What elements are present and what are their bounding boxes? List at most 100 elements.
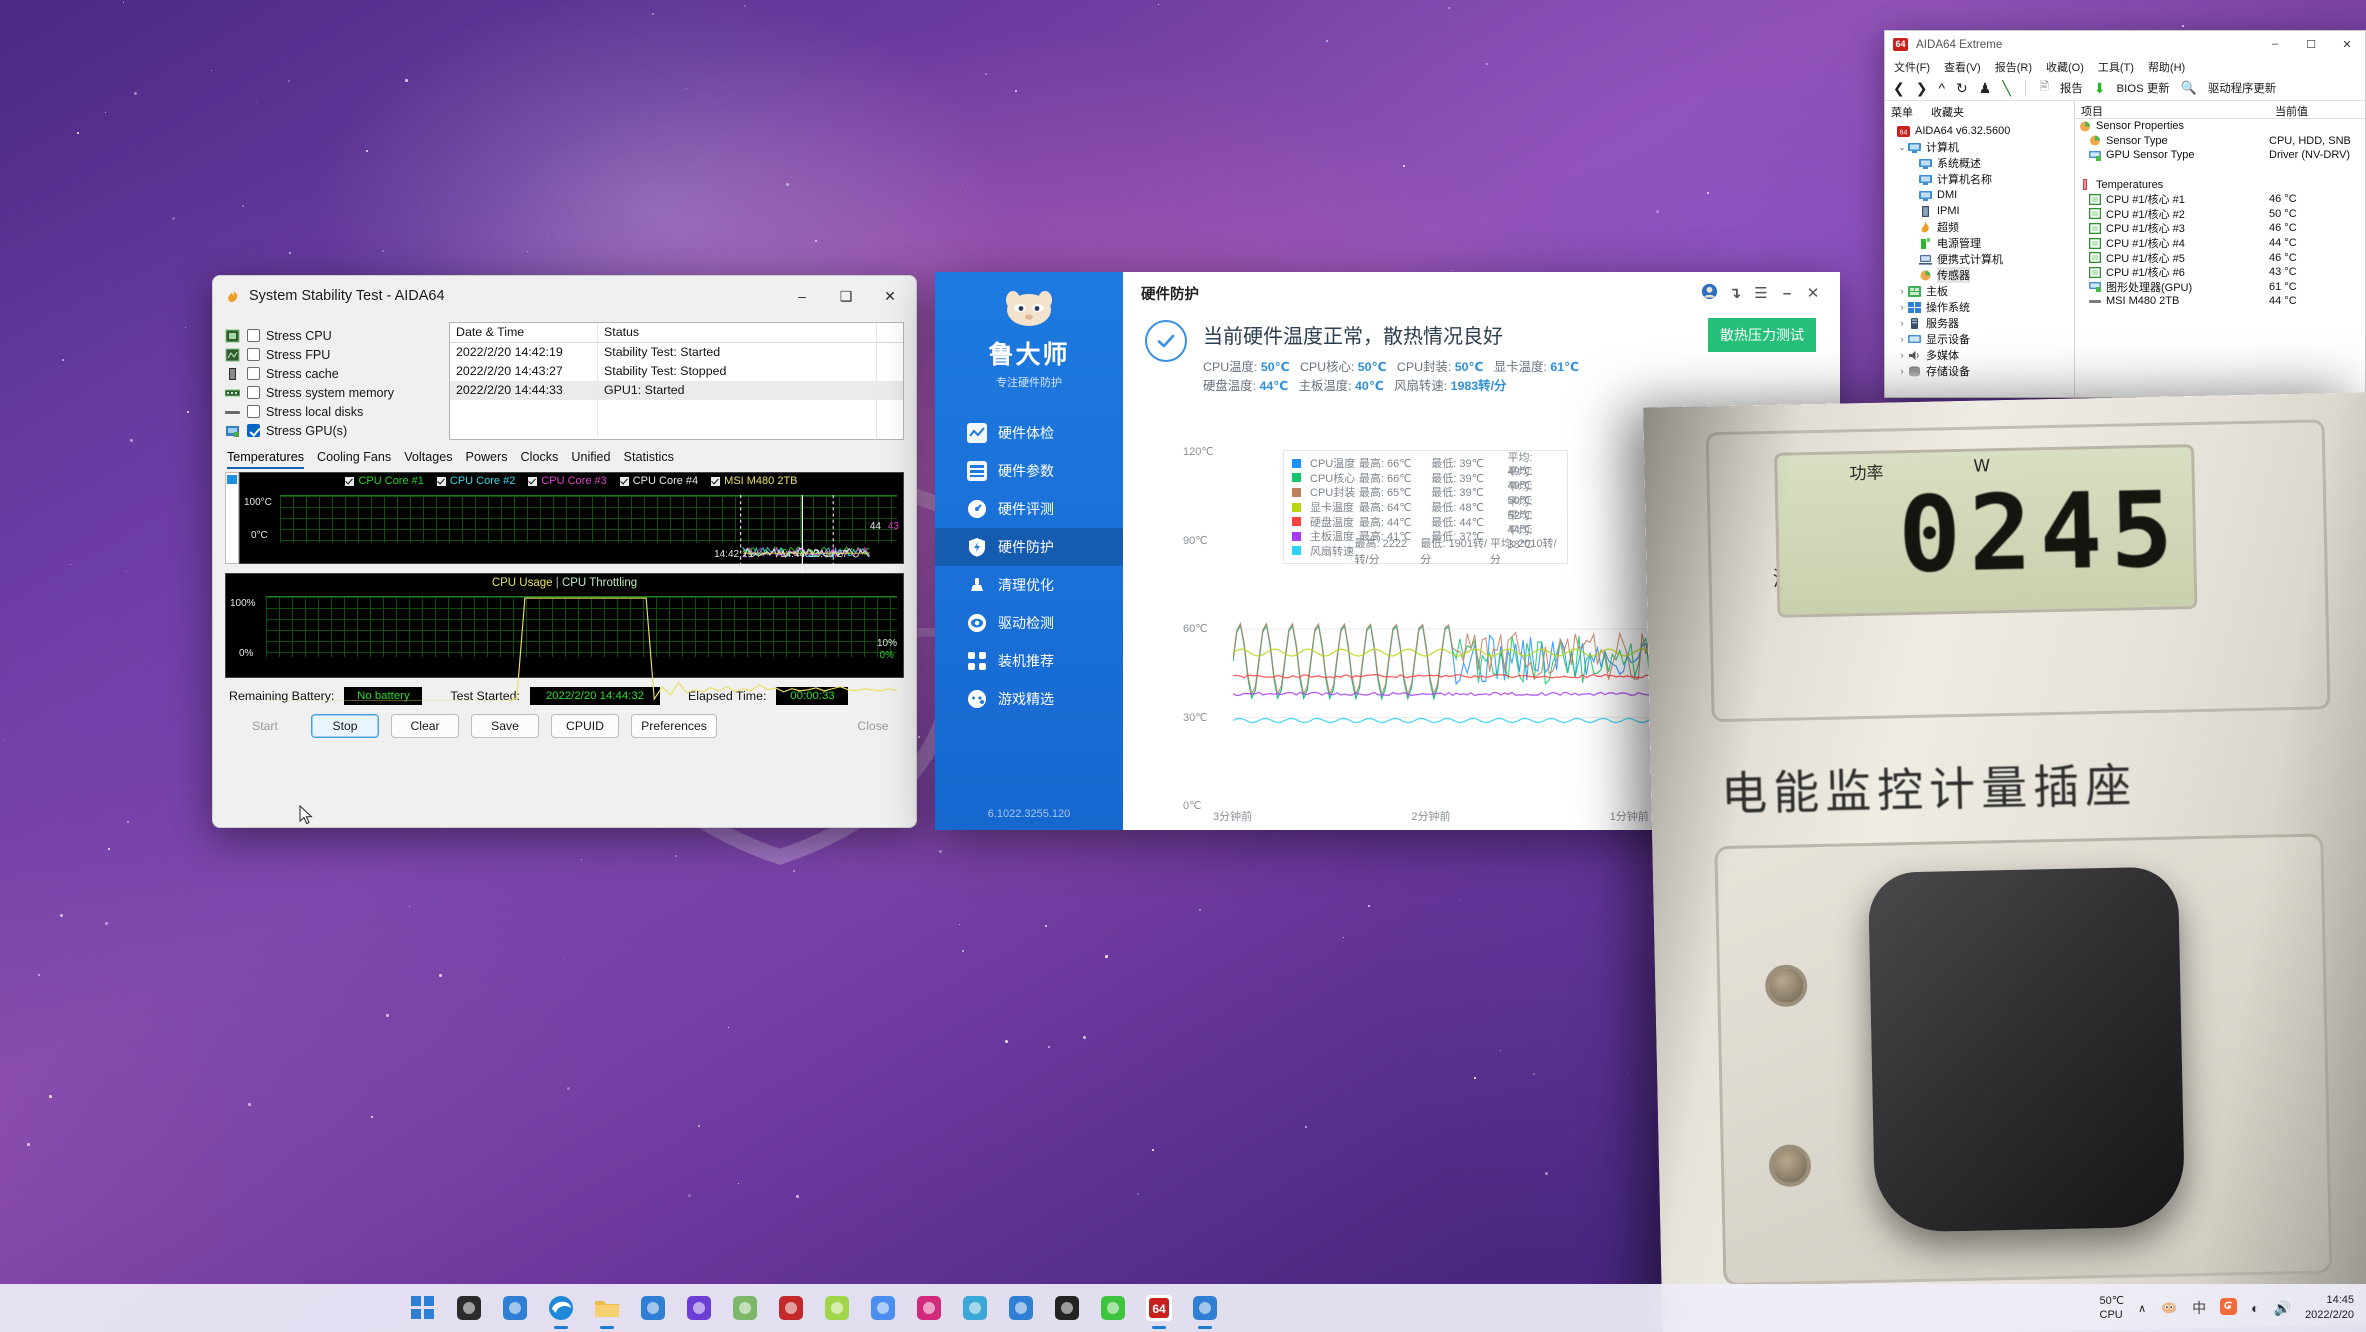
taskbar-app-icons[interactable]: 64 bbox=[408, 1293, 1220, 1323]
sst-button-row[interactable]: StartStopClearSaveCPUIDPreferencesClose bbox=[225, 714, 904, 738]
sidebar-item-chart[interactable]: 硬件体检 bbox=[935, 414, 1123, 452]
ludashi-sidebar[interactable]: 鲁大师 专注硬件防护 硬件体检 硬件参数 硬件评测 硬件防护 清理优化 驱动检测 bbox=[935, 272, 1123, 830]
app-blue-icon[interactable] bbox=[868, 1293, 898, 1323]
tree-node[interactable]: 系统概述 bbox=[1885, 155, 2074, 171]
stress-option-checkbox[interactable] bbox=[247, 367, 260, 380]
wechat-icon[interactable] bbox=[1098, 1293, 1128, 1323]
tab-menu[interactable]: 菜单 bbox=[1891, 104, 1913, 120]
app-lime-icon[interactable] bbox=[822, 1293, 852, 1323]
aida64-detail-panel[interactable]: 项目 当前值 Sensor Properties Sensor Type CPU… bbox=[2075, 101, 2365, 398]
menu-文件f[interactable]: 文件(F) bbox=[1894, 59, 1930, 75]
menu-工具t[interactable]: 工具(T) bbox=[2098, 59, 2134, 75]
menu-icon[interactable]: ☰ bbox=[1748, 284, 1774, 302]
aida64-titlebar[interactable]: 64 AIDA64 Extreme – ☐ ✕ bbox=[1885, 31, 2365, 57]
volume-icon[interactable]: 🔊 bbox=[2274, 1300, 2291, 1317]
tree-node[interactable]: IPMI bbox=[1885, 203, 2074, 219]
detail-row[interactable]: CPU #1/核心 #3 46 °C bbox=[2075, 221, 2365, 236]
sogou-icon[interactable] bbox=[2220, 1298, 2237, 1318]
legend-checkbox[interactable] bbox=[437, 477, 446, 486]
aida64-icon[interactable]: 64 bbox=[1144, 1293, 1174, 1323]
detail-row[interactable]: CPU #1/核心 #6 43 °C bbox=[2075, 265, 2365, 280]
up-icon[interactable]: ^ bbox=[1938, 80, 1945, 96]
detail-row[interactable]: CPU #1/核心 #4 44 °C bbox=[2075, 236, 2365, 251]
tree-node[interactable]: 64 AIDA64 v6.32.5600 bbox=[1885, 123, 2074, 139]
tree-node[interactable]: 电源管理 bbox=[1885, 235, 2074, 251]
report-icon[interactable]: 🖹 bbox=[2040, 79, 2049, 98]
menu-帮助h[interactable]: 帮助(H) bbox=[2148, 59, 2185, 75]
sst-minimize-button[interactable]: – bbox=[780, 277, 824, 315]
detail-row[interactable]: CPU #1/核心 #2 50 °C bbox=[2075, 207, 2365, 222]
stability-log-table[interactable]: Date & Time Status 2022/2/20 14:42:19 St… bbox=[449, 322, 904, 440]
tab-temperatures[interactable]: Temperatures bbox=[227, 450, 304, 469]
detail-row[interactable]: Sensor Type CPU, HDD, SNB bbox=[2075, 134, 2365, 149]
sst-tab-bar[interactable]: TemperaturesCooling FansVoltagesPowersCl… bbox=[227, 450, 904, 469]
stress-option-checkbox[interactable] bbox=[247, 329, 260, 342]
close-icon[interactable]: ✕ bbox=[1800, 284, 1826, 302]
ludashi-tray-icon[interactable] bbox=[2160, 1298, 2178, 1319]
tree-node[interactable]: 便携式计算机 bbox=[1885, 251, 2074, 267]
table-row[interactable] bbox=[450, 419, 903, 438]
magnifier-icon[interactable]: 🔍 bbox=[2181, 80, 2197, 96]
tree-node[interactable]: › 存储设备 bbox=[1885, 363, 2074, 379]
table-row[interactable] bbox=[450, 400, 903, 419]
legend-item[interactable]: CPU Core #3 bbox=[528, 475, 606, 487]
menu-报告r[interactable]: 报告(R) bbox=[1995, 59, 2032, 75]
legend-checkbox[interactable] bbox=[528, 477, 537, 486]
download-icon[interactable]: ↴ bbox=[1722, 284, 1748, 302]
tab-favorites[interactable]: 收藏夹 bbox=[1931, 104, 1964, 120]
stress-option-row[interactable]: Stress FPU bbox=[225, 345, 435, 364]
stop-button[interactable]: Stop bbox=[311, 714, 379, 738]
temp-chart-scale-strip[interactable] bbox=[225, 472, 239, 564]
app-magenta-icon[interactable] bbox=[914, 1293, 944, 1323]
back-icon[interactable]: ❮ bbox=[1893, 80, 1905, 97]
table-row[interactable]: 2022/2/20 14:43:27 Stability Test: Stopp… bbox=[450, 362, 903, 381]
cpu-usage-chart[interactable]: CPU Usage | CPU Throttling 100% 0% 10% 0… bbox=[225, 573, 904, 678]
legend-checkbox[interactable] bbox=[345, 477, 354, 486]
tree-node[interactable]: › 操作系统 bbox=[1885, 299, 2074, 315]
tab-powers[interactable]: Powers bbox=[466, 450, 508, 469]
table-row[interactable]: 2022/2/20 14:42:19 Stability Test: Start… bbox=[450, 343, 903, 362]
app-red-icon[interactable] bbox=[776, 1293, 806, 1323]
tree-node[interactable]: › 主板 bbox=[1885, 283, 2074, 299]
clear-button[interactable]: Clear bbox=[391, 714, 459, 738]
sst-maximize-button[interactable]: ❑ bbox=[824, 277, 868, 315]
legend-item[interactable]: CPU Core #4 bbox=[620, 475, 698, 487]
menu-查看v[interactable]: 查看(V) bbox=[1944, 59, 1981, 75]
aida64-toolbar[interactable]: ❮ ❯ ^ ↻ ♟ ╲ 🖹 报告 ⬇ BIOS 更新 🔍 驱动程序更新 bbox=[1885, 76, 2365, 101]
stress-option-checkbox[interactable] bbox=[247, 386, 260, 399]
legend-checkbox[interactable] bbox=[620, 477, 629, 486]
system-stability-test-window[interactable]: System Stability Test - AIDA64 – ❑ ✕ Str… bbox=[212, 275, 917, 828]
sst-titlebar[interactable]: System Stability Test - AIDA64 – ❑ ✕ bbox=[213, 276, 916, 316]
tree-node[interactable]: 计算机名称 bbox=[1885, 171, 2074, 187]
tab-clocks[interactable]: Clocks bbox=[521, 450, 559, 469]
detail-row[interactable]: MSI M480 2TB 44 °C bbox=[2075, 294, 2365, 309]
ludashi-icon[interactable] bbox=[1190, 1293, 1220, 1323]
tab-statistics[interactable]: Statistics bbox=[624, 450, 674, 469]
tree-node[interactable]: 超频 bbox=[1885, 219, 2074, 235]
cpuid-button[interactable]: CPUID bbox=[551, 714, 619, 738]
save-button[interactable]: Save bbox=[471, 714, 539, 738]
driver-update-button[interactable]: 驱动程序更新 bbox=[2208, 80, 2276, 96]
stress-option-row[interactable]: Stress local disks bbox=[225, 402, 435, 421]
stress-option-checkbox[interactable] bbox=[247, 348, 260, 361]
chevron-icon[interactable]: › bbox=[1896, 302, 1908, 312]
stress-option-checkbox[interactable] bbox=[247, 424, 260, 437]
stress-option-row[interactable]: Stress CPU bbox=[225, 326, 435, 345]
aida64-maximize-button[interactable]: ☐ bbox=[2293, 31, 2329, 57]
tab-voltages[interactable]: Voltages bbox=[404, 450, 452, 469]
refresh-icon[interactable]: ↻ bbox=[1956, 80, 1968, 97]
detail-row[interactable]: CPU #1/核心 #1 46 °C bbox=[2075, 192, 2365, 207]
app-purple-icon[interactable] bbox=[684, 1293, 714, 1323]
chevron-icon[interactable]: › bbox=[1896, 286, 1908, 296]
chevron-icon[interactable]: › bbox=[1896, 366, 1908, 376]
sidebar-item-shield[interactable]: 硬件防护 bbox=[935, 528, 1123, 566]
chevron-icon[interactable]: › bbox=[1896, 318, 1908, 328]
temperature-chart[interactable]: CPU Core #1CPU Core #2CPU Core #3CPU Cor… bbox=[239, 472, 904, 564]
tab-unified[interactable]: Unified bbox=[571, 450, 610, 469]
tree-node[interactable]: › 多媒体 bbox=[1885, 347, 2074, 363]
tree-node[interactable]: DMI bbox=[1885, 187, 2074, 203]
aida64-extreme-window[interactable]: 64 AIDA64 Extreme – ☐ ✕ 文件(F) 查看(V) 报告(R) 收… bbox=[1884, 30, 2366, 398]
system-tray[interactable]: 50℃ CPU ∧ 中 ◐ 🔊 14:45 2022/2/20 bbox=[2100, 1293, 2355, 1323]
legend-item[interactable]: CPU Core #2 bbox=[437, 475, 515, 487]
sidebar-item-eye[interactable]: 驱动检测 bbox=[935, 604, 1123, 642]
